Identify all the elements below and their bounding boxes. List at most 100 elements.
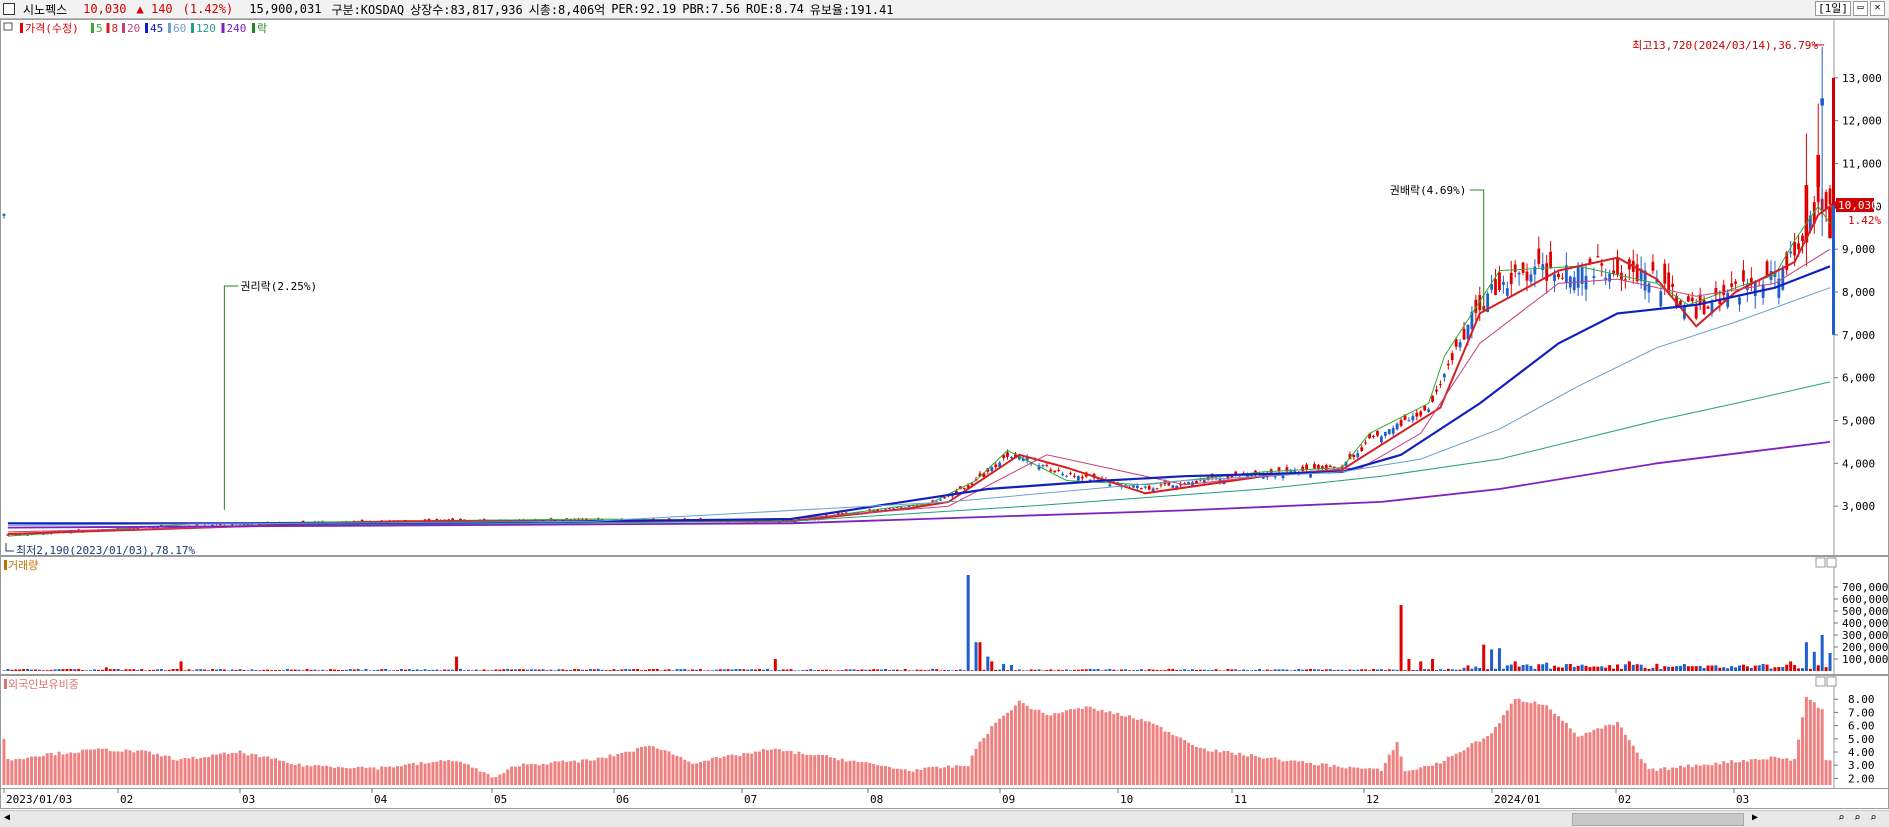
foreign-bar <box>463 764 466 785</box>
foreign-bar <box>1644 763 1647 785</box>
chart-scrollbar[interactable]: ◀ ▶ ⌕ ⌕ ⌕ <box>0 810 1889 827</box>
volume-bar <box>916 670 919 671</box>
foreign-bar <box>998 719 1001 785</box>
foreign-bar <box>109 751 112 785</box>
volume-bar <box>1561 668 1564 671</box>
volume-bar <box>786 670 789 671</box>
volume-bar <box>1494 669 1497 671</box>
foreign-bar <box>1592 730 1595 785</box>
volume-bar <box>1026 670 1029 671</box>
volume-bar <box>888 670 891 671</box>
volume-swatch <box>4 560 7 570</box>
foreign-bar <box>502 773 505 785</box>
volume-bar <box>1034 670 1037 671</box>
foreign-bar <box>1360 769 1363 785</box>
foreign-bar <box>1415 770 1418 785</box>
foreign-bar <box>943 767 946 785</box>
foreign-bar <box>1262 759 1265 785</box>
volume-tick-label: 200,000 <box>1842 641 1888 654</box>
volume-bar <box>490 670 493 671</box>
foreign-bar <box>124 749 127 785</box>
volume-bar <box>998 670 1001 671</box>
foreign-bar <box>821 755 824 785</box>
foreign-bar <box>483 772 486 785</box>
volume-bar <box>1065 670 1068 671</box>
foreign-bar <box>1561 721 1564 785</box>
foreign-bar <box>1049 715 1052 785</box>
price-candle <box>1415 413 1418 417</box>
foreign-bar <box>1376 769 1379 785</box>
foreign-bar <box>475 768 478 785</box>
volume-bar <box>963 670 966 671</box>
volume-bar <box>1537 664 1540 671</box>
volume-bar <box>797 670 800 671</box>
volume-bar <box>1278 669 1281 671</box>
foreign-bar <box>530 764 533 785</box>
volume-bar <box>557 669 560 671</box>
volume-bar <box>1348 670 1351 671</box>
volume-bar <box>1620 669 1623 671</box>
price-candle <box>1376 431 1379 436</box>
foreign-bar <box>1577 737 1580 785</box>
price-candle <box>1793 242 1796 256</box>
volume-bar <box>1443 670 1446 671</box>
foreign-bar <box>904 769 907 785</box>
foreign-bar <box>345 768 348 785</box>
volume-bar <box>270 670 273 671</box>
price-candle <box>1069 473 1072 474</box>
volume-bar <box>1093 669 1096 671</box>
foreign-bar <box>884 766 887 785</box>
foreign-bar <box>1675 768 1678 785</box>
foreign-bar <box>774 749 777 785</box>
foreign-bar <box>1282 761 1285 785</box>
volume-bar <box>534 669 537 671</box>
foreign-bar <box>1191 745 1194 785</box>
stock-chart[interactable]: 3,0004,0005,0006,0007,0008,0009,00010,00… <box>0 0 1889 826</box>
volume-bar <box>644 670 647 671</box>
scroll-right-icon[interactable]: ▶ <box>1752 812 1758 823</box>
price-candle <box>943 497 946 498</box>
foreign-bar <box>494 777 497 785</box>
foreign-bar <box>140 750 143 785</box>
volume-bar <box>896 670 899 671</box>
foreign-bar <box>1632 746 1635 785</box>
volume-bar <box>10 670 13 671</box>
foreign-bar <box>1482 738 1485 785</box>
volume-bar <box>498 670 501 671</box>
foreign-bar <box>1238 753 1241 785</box>
foreign-bar <box>1569 728 1572 785</box>
volume-bar <box>1640 665 1643 671</box>
foreign-bar <box>1565 723 1568 785</box>
foreign-bar <box>168 756 171 785</box>
price-candle <box>1526 272 1529 281</box>
date-tick-label: 2024/01 <box>1494 793 1540 806</box>
foreign-bar <box>766 750 769 785</box>
price-candle <box>451 519 454 520</box>
zoom-out-icon[interactable]: ⌕ <box>1854 811 1861 824</box>
price-candle <box>1533 267 1536 275</box>
foreign-bar <box>1518 699 1521 785</box>
scroll-left-icon[interactable]: ◀ <box>4 812 10 823</box>
volume-bar <box>164 670 167 671</box>
zoom-reset-icon[interactable]: ⌕ <box>1870 811 1877 824</box>
volume-bar <box>1675 666 1678 671</box>
foreign-bar <box>1246 756 1249 785</box>
foreign-bar <box>18 759 21 785</box>
foreign-bar <box>1093 709 1096 785</box>
volume-bar <box>550 670 553 671</box>
foreign-bar <box>597 758 600 785</box>
volume-bar <box>853 669 856 671</box>
volume-bar <box>1156 670 1159 671</box>
zoom-in-icon[interactable]: ⌕ <box>1838 811 1845 824</box>
volume-bar <box>1710 665 1713 671</box>
volume-bar <box>105 667 108 671</box>
foreign-bar <box>880 766 883 785</box>
scrollbar-thumb[interactable] <box>1572 813 1744 826</box>
volume-bar <box>1754 666 1757 671</box>
volume-bar <box>1596 667 1599 671</box>
foreign-bar <box>1620 727 1623 785</box>
volume-bar <box>124 669 127 671</box>
foreign-bar <box>298 764 301 785</box>
foreign-bar <box>89 750 92 785</box>
foreign-bar <box>912 772 915 785</box>
